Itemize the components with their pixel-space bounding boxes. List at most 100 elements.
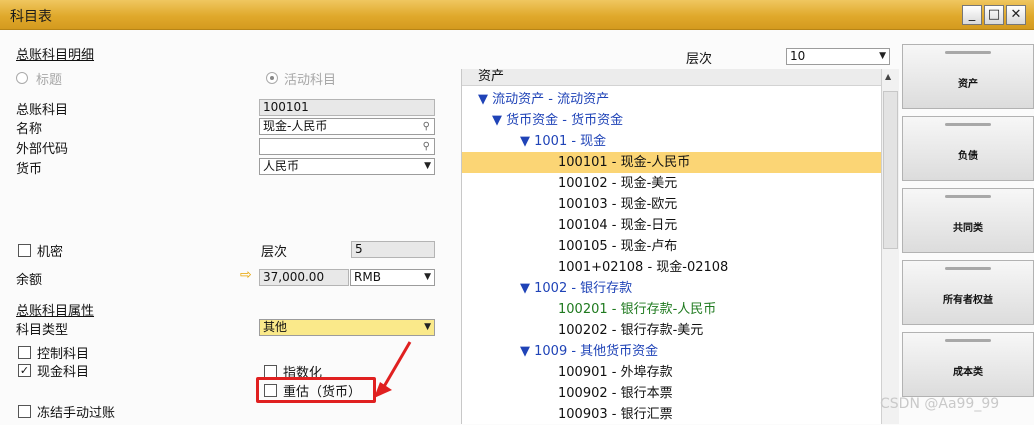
drawer-handle-icon (945, 195, 991, 198)
scrollbar-thumb[interactable] (883, 91, 898, 249)
drilldown-arrow-icon[interactable]: ⇨ (240, 267, 252, 283)
tree-row[interactable]: 100903 - 银行汇票 (462, 404, 882, 425)
drawer-tab[interactable]: 资产 (902, 44, 1034, 109)
tree-row[interactable]: ▼ 1009 - 其他货币资金 (462, 341, 882, 362)
balance-field: 37,000.00 (259, 269, 349, 286)
freeze-manual-label: 冻结手动过账 (37, 406, 116, 421)
balance-label: 余额 (16, 273, 43, 288)
gl-account-field[interactable]: 100101 (259, 99, 435, 116)
account-type-select[interactable]: 其他 ▼ (259, 319, 435, 336)
drawer-tab-label: 成本类 (953, 367, 983, 378)
window-title-bar (0, 0, 1034, 30)
confidential-checkbox[interactable] (18, 244, 31, 257)
tree-row[interactable]: ▼ 1002 - 银行存款 (462, 278, 882, 299)
account-type-label: 科目类型 (16, 323, 69, 338)
drawer-handle-icon (945, 267, 991, 270)
window-title: 科目表 (10, 9, 52, 25)
tree-row-label: ▼ 1002 - 银行存款 (520, 281, 633, 296)
currency-select[interactable]: 人民币 ▼ (259, 158, 435, 175)
chevron-down-icon: ▼ (424, 272, 431, 282)
gl-details-section-title: 总账科目明细 (16, 48, 95, 63)
drawer-tab[interactable]: 成本类 (902, 332, 1034, 397)
tree-row[interactable]: 100902 - 银行本票 (462, 383, 882, 404)
tree-row-label: ▼ 货币资金 - 货币资金 (492, 113, 624, 128)
tree-header: 资产 (462, 69, 882, 86)
balance-currency-select[interactable]: RMB ▼ (350, 269, 435, 286)
tree-row-label: ▼ 1009 - 其他货币资金 (520, 344, 659, 359)
account-tree[interactable]: 资产 ▼ 流动资产 - 流动资产 ▼ 货币资金 - 货币资金 ▼ 1001 - 现金… (461, 69, 882, 425)
tree-row[interactable]: 100901 - 外埠存款 (462, 362, 882, 383)
red-arrow-annotation (374, 341, 412, 398)
drawer-handle-icon (945, 123, 991, 126)
tree-row-label: 100104 - 现金-日元 (558, 218, 678, 233)
revaluation-label: 重估（货币） (283, 385, 362, 400)
tree-row-label: 100102 - 现金-美元 (558, 176, 678, 191)
tree-level-value: 10 (790, 49, 806, 63)
tree-row[interactable]: 100102 - 现金-美元 (462, 173, 882, 194)
tree-row[interactable]: 1001+02108 - 现金-02108 (462, 257, 882, 278)
title-radio-label: 标题 (36, 73, 63, 88)
tree-row-label: 100105 - 现金-卢布 (558, 239, 678, 254)
tree-scrollbar[interactable]: ▲ (881, 69, 899, 424)
drawer-tab[interactable]: 所有者权益 (902, 260, 1034, 325)
minimize-button[interactable]: _ (962, 5, 982, 25)
chevron-down-icon: ▼ (879, 51, 886, 61)
drawer-tab-label: 共同类 (953, 223, 983, 234)
tree-row-label: ▼ 1001 - 现金 (520, 134, 607, 149)
tree-row-label: ▼ 流动资产 - 流动资产 (478, 92, 610, 107)
translate-icon[interactable]: ⚲ (423, 139, 430, 154)
watermark: CSDN @Aa99_99 (880, 396, 1000, 412)
tree-row[interactable]: ▼ 1001 - 现金 (462, 131, 882, 152)
name-label: 名称 (16, 122, 43, 137)
tree-level-label: 层次 (686, 52, 713, 67)
tree-level-select[interactable]: 10 ▼ (786, 48, 890, 65)
tree-row-label: 100903 - 银行汇票 (558, 407, 673, 422)
external-code-field[interactable]: ⚲ (259, 138, 435, 155)
title-radio[interactable] (16, 72, 28, 84)
active-account-radio[interactable] (266, 72, 278, 84)
tree-row[interactable]: 100104 - 现金-日元 (462, 215, 882, 236)
drawer-tab-label: 资产 (958, 79, 978, 90)
scroll-up-icon[interactable]: ▲ (885, 72, 891, 81)
tree-row[interactable]: 100101 - 现金-人民币 (462, 152, 882, 173)
gl-properties-section-title: 总账科目属性 (16, 304, 95, 319)
drawer-tab[interactable]: 共同类 (902, 188, 1034, 253)
translate-icon[interactable]: ⚲ (423, 119, 430, 134)
currency-value: 人民币 (263, 159, 300, 173)
tree-row[interactable]: 100105 - 现金-卢布 (462, 236, 882, 257)
tree-row[interactable]: ▼ 流动资产 - 流动资产 (462, 89, 882, 110)
tree-row-label: 100201 - 银行存款-人民币 (558, 302, 717, 317)
cash-account-label: 现金科目 (37, 365, 90, 380)
level-label: 层次 (261, 245, 288, 260)
tree-row[interactable]: ▼ 货币资金 - 货币资金 (462, 110, 882, 131)
tree-row[interactable]: 100201 - 银行存款-人民币 (462, 299, 882, 320)
drawer-tab-label: 负债 (958, 151, 978, 162)
tree-row-label: 100101 - 现金-人民币 (558, 155, 691, 170)
external-code-label: 外部代码 (16, 142, 69, 157)
gl-account-label: 总账科目 (16, 103, 69, 118)
maximize-button[interactable]: □ (984, 5, 1004, 25)
chevron-down-icon: ▼ (424, 161, 431, 171)
currency-label: 货币 (16, 162, 43, 177)
name-field[interactable]: 现金-人民币 ⚲ (259, 118, 435, 135)
tree-row[interactable]: 100103 - 现金-欧元 (462, 194, 882, 215)
freeze-manual-checkbox[interactable] (18, 405, 31, 418)
tree-row-label: 1001+02108 - 现金-02108 (558, 260, 729, 275)
tree-row[interactable]: 100202 - 银行存款-美元 (462, 320, 882, 341)
revaluation-checkbox[interactable] (264, 384, 277, 397)
tree-row-label: 100202 - 银行存款-美元 (558, 323, 704, 338)
control-account-checkbox[interactable] (18, 346, 31, 359)
tree-row-label: 100901 - 外埠存款 (558, 365, 673, 380)
active-account-radio-label: 活动科目 (284, 73, 337, 88)
drawer-tab-label: 所有者权益 (943, 295, 993, 306)
cash-account-checkbox[interactable] (18, 364, 31, 377)
chevron-down-icon: ▼ (424, 322, 431, 332)
account-type-value: 其他 (263, 320, 288, 334)
confidential-label: 机密 (37, 245, 64, 260)
tree-row-label: 100902 - 银行本票 (558, 386, 673, 401)
drawer-handle-icon (945, 51, 991, 54)
close-button[interactable]: ✕ (1006, 5, 1026, 25)
name-value: 现金-人民币 (263, 119, 328, 133)
control-account-label: 控制科目 (37, 347, 90, 362)
drawer-tab[interactable]: 负债 (902, 116, 1034, 181)
